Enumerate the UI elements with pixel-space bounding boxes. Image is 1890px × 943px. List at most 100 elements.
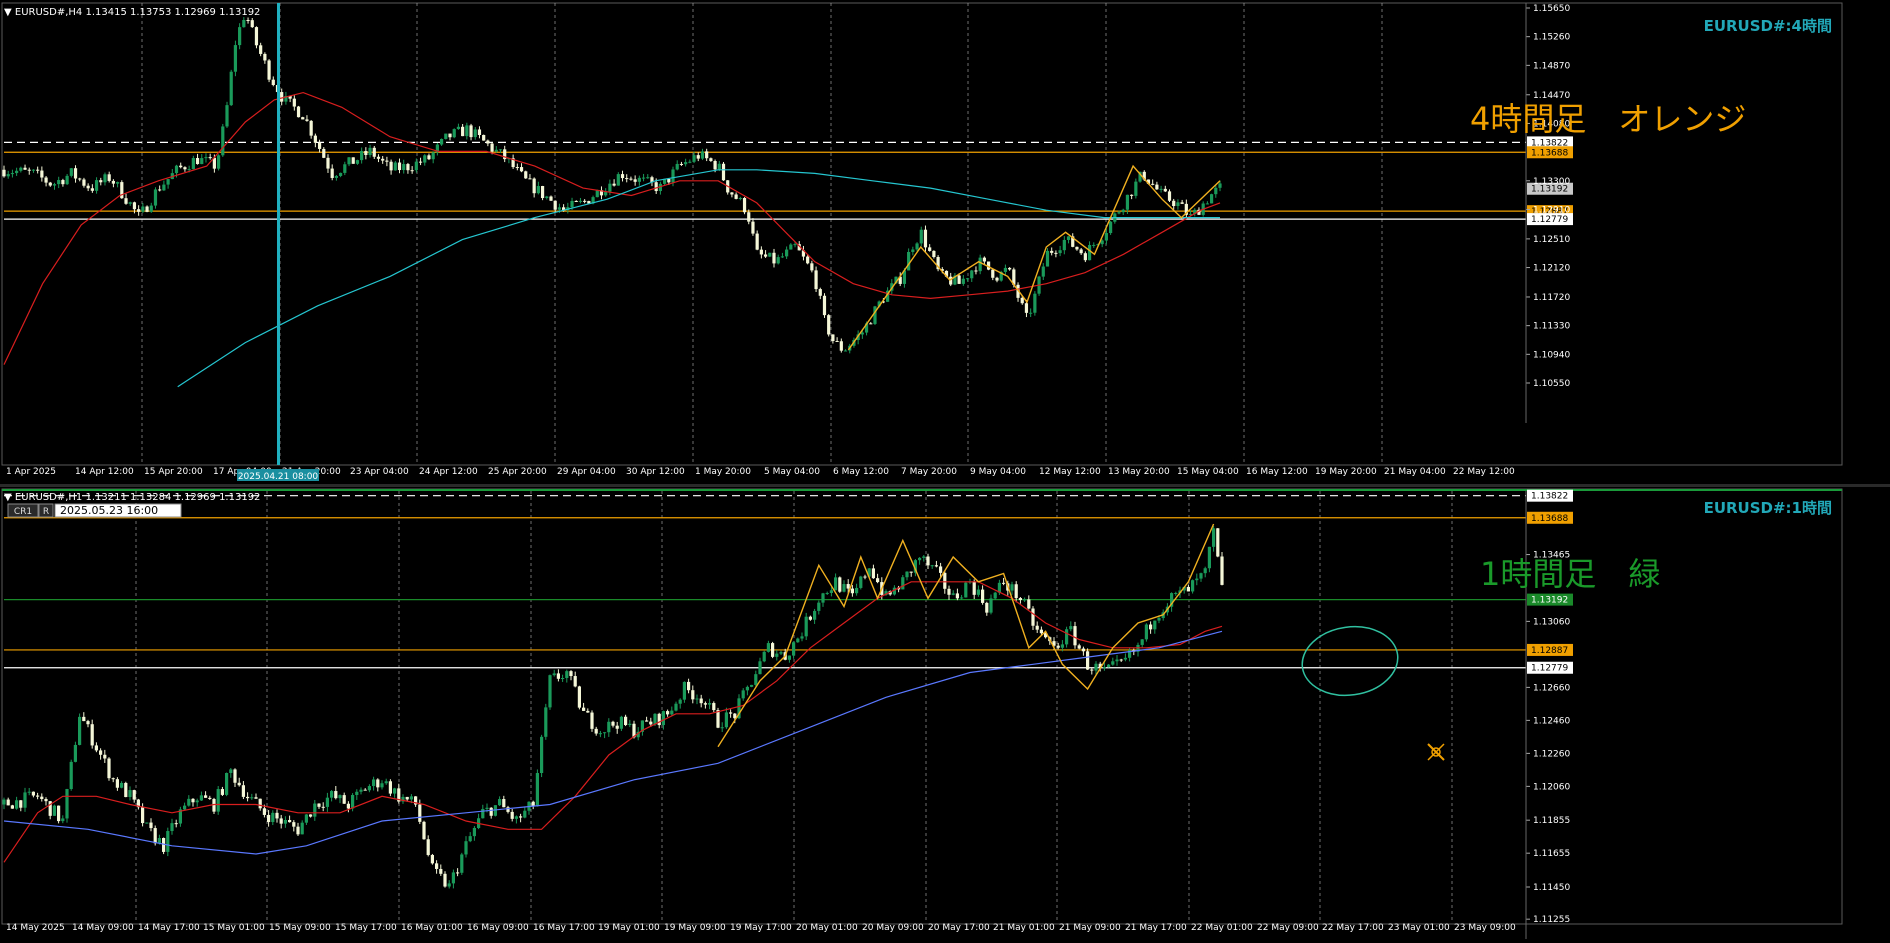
candle-bull [498,799,502,806]
candle-bull [166,179,170,185]
candle-bear [90,724,94,746]
candle-bull [414,161,418,171]
candle-bear [482,134,486,141]
candle-bull [162,184,166,191]
candle-bull [73,744,77,762]
candle-bull [157,838,161,844]
candle-bear [427,155,431,160]
candle-bull [128,790,132,798]
candle-bear [111,778,115,780]
candle-bull [367,786,371,791]
candle-bear [755,233,759,250]
candle-bull [27,791,31,793]
candle-bull [682,681,686,700]
candle-bear [594,728,598,734]
time-tick-label: 21 May 01:00 [993,923,1055,933]
candle-bear [246,19,250,21]
candle-bear [418,804,422,822]
price-tick-label: 1.10940 [1533,350,1570,360]
candle-bull [1203,568,1207,574]
candle-bull [1041,266,1045,277]
candle-bull [347,157,351,165]
candle-bear [620,174,625,179]
candle-bull [61,818,65,822]
candle-bull [821,593,825,603]
candle-bear [759,249,763,255]
candle-bear [1050,250,1054,253]
candle-bull [976,589,980,595]
candle-bull [646,177,650,179]
candle-bull [166,831,170,852]
candle-bear [850,588,854,594]
candle-bear [23,167,27,170]
crosshair-date-label: 2025.04.21 08:00 [238,472,319,482]
price-tick-label: 1.12910 [1533,205,1570,215]
candle-bear [549,196,553,201]
candle-bear [713,160,717,170]
candle-bear [153,828,157,844]
price-tick-label: 1.12060 [1533,782,1570,792]
candle-bear [831,334,835,342]
candle-bull [1029,312,1033,314]
candle-bull [965,278,970,280]
candle-bear [1167,191,1172,201]
candle-bull [1045,250,1050,267]
candle-bull [372,779,376,787]
time-tick-label: 13 May 20:00 [1108,467,1170,477]
candle-bear [389,161,393,171]
candle-bull [1058,250,1062,254]
candle-bull [859,576,863,588]
candle-bear [86,721,90,725]
time-tick-label: 19 May 01:00 [598,923,660,933]
candle-bull [834,577,838,591]
candle-bear [1027,599,1031,609]
candle-bull [595,190,599,198]
candle-bull [796,638,800,643]
candle-bear [321,806,325,808]
candle-bear [667,178,671,183]
candle-bull [641,177,646,179]
candle-bear [955,593,959,599]
crosshair-vertical[interactable] [277,3,280,465]
time-tick-label: 23 May 01:00 [1388,923,1450,933]
charts-canvas[interactable]: 1.13822 1.13688 1.13192 1.12887 1.12779 1.15… [0,0,1890,943]
candle-bear [183,167,187,170]
candle-bear [582,707,586,711]
candle-bull [540,736,544,774]
candle-bear [195,158,200,165]
candle-bear [730,192,734,195]
panel-divider[interactable] [0,484,1890,487]
candle-bull [1123,657,1127,660]
candle-bull [688,161,692,163]
time-tick-label: 22 May 09:00 [1257,923,1319,933]
candle-bull [271,812,275,823]
candle-bear [82,179,86,186]
candle-bear [1172,200,1176,207]
candle-bull [1111,661,1115,665]
candle-bull [544,707,548,737]
candle-bull [628,723,632,726]
candle-bear [259,45,263,54]
candle-bear [61,180,65,185]
candle-bear [124,782,128,798]
candle-bear [709,158,713,161]
candle-bear [275,812,279,819]
candle-bull [2,799,6,805]
candle-bear [742,197,747,213]
date-input-value: 2025.05.23 16:00 [60,504,158,517]
candle-bear [422,821,426,840]
candle-bull [6,174,10,177]
time-tick-label: 21 May 17:00 [1125,923,1187,933]
candle-bull [494,149,498,152]
candle-bear [57,805,61,822]
candle-bear [751,221,755,234]
candle-bear [99,750,103,755]
candle-bull [187,798,191,806]
candle-bear [1090,669,1094,671]
candle-bull [785,249,789,257]
candle-bear [649,721,653,725]
time-tick-label: 15 Apr 20:00 [144,467,203,477]
r-button-label: R [43,507,49,517]
candle-bull [1087,245,1092,261]
candle-bull [670,710,674,715]
